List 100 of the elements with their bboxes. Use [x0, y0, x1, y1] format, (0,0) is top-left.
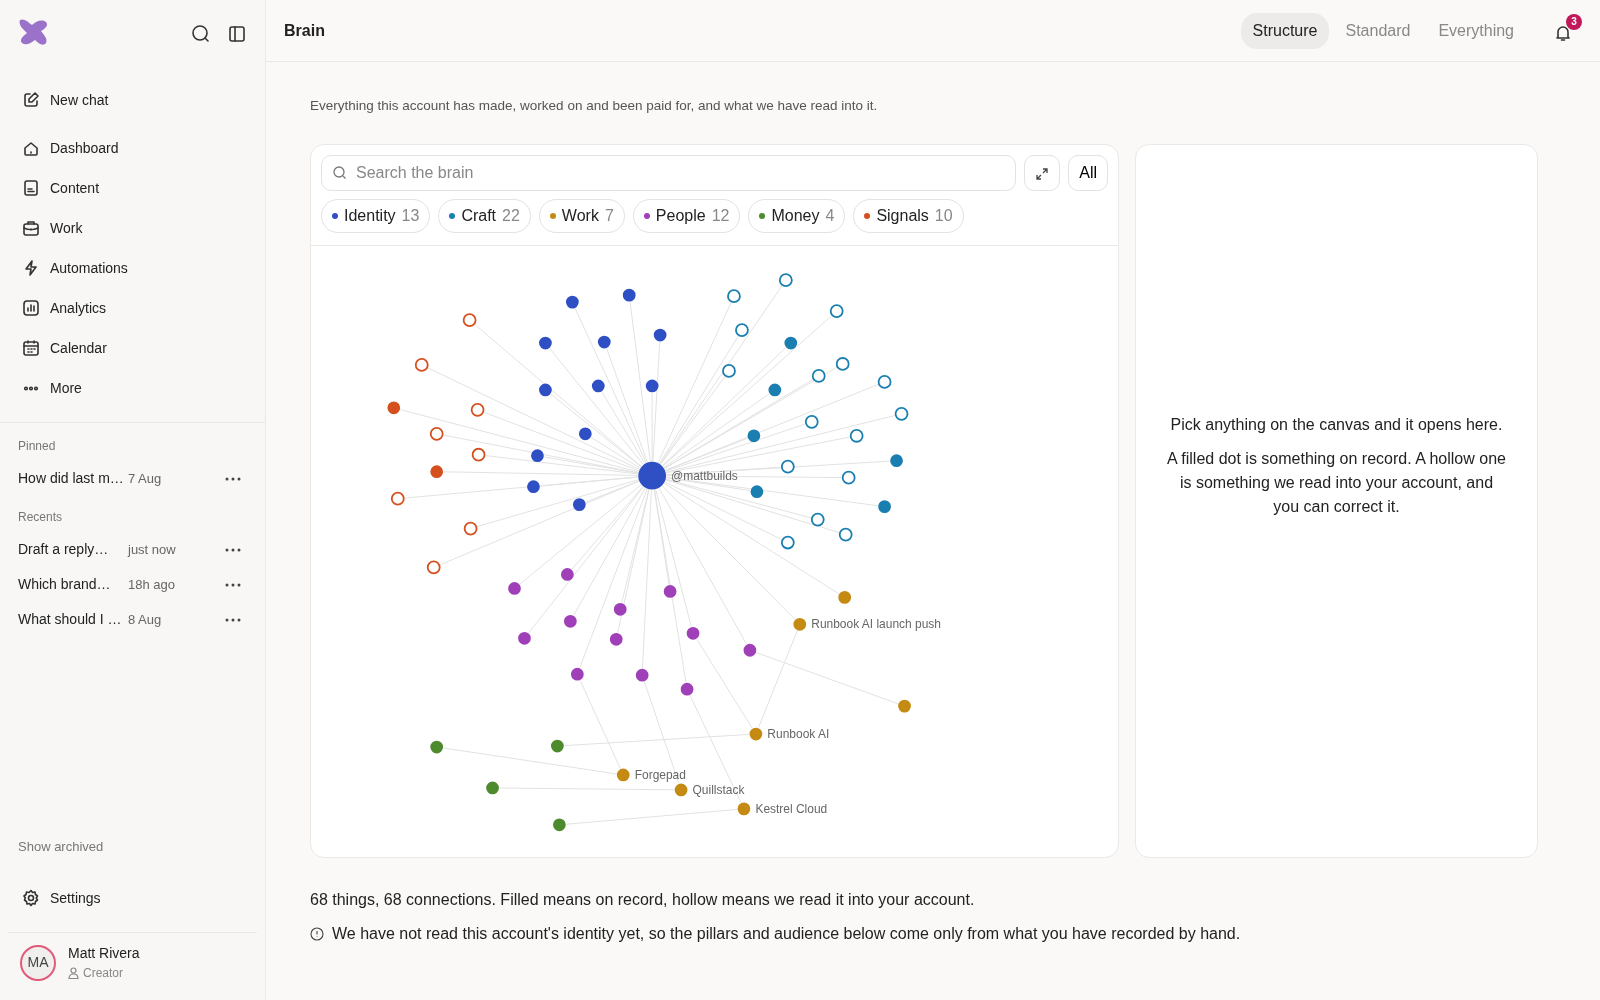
- filter-chip[interactable]: Identity 13: [321, 199, 431, 234]
- graph-node[interactable]: [463, 521, 478, 536]
- graph-node[interactable]: [470, 403, 485, 417]
- graph-node[interactable]: [750, 485, 764, 499]
- graph-node[interactable]: [722, 364, 736, 379]
- graph-node[interactable]: [613, 603, 627, 616]
- graph-node[interactable]: [462, 313, 477, 328]
- graph-node[interactable]: [635, 669, 649, 682]
- avatar[interactable]: MA: [20, 944, 56, 981]
- graph-node[interactable]: [810, 512, 825, 527]
- graph-node[interactable]: [638, 462, 666, 490]
- graph-node[interactable]: [894, 407, 909, 421]
- graph-node[interactable]: [616, 768, 630, 782]
- filter-chip[interactable]: Signals 10: [853, 199, 964, 234]
- graph-node[interactable]: [778, 273, 793, 288]
- graph-node[interactable]: [747, 429, 761, 443]
- show-archived-link[interactable]: Show archived: [0, 836, 122, 856]
- graph-node[interactable]: [780, 460, 795, 474]
- graph-node[interactable]: [387, 401, 401, 415]
- graph-node[interactable]: [390, 492, 405, 506]
- graph-node[interactable]: [835, 357, 850, 372]
- graph-node[interactable]: [743, 644, 757, 657]
- graph-node[interactable]: [591, 379, 605, 393]
- graph-node[interactable]: [877, 375, 892, 390]
- graph-node[interactable]: [890, 454, 903, 468]
- graph-node[interactable]: [674, 783, 688, 797]
- nav-item[interactable]: Content: [0, 168, 265, 208]
- graph-node[interactable]: [737, 802, 751, 816]
- graph-node[interactable]: [527, 480, 540, 494]
- new-chat-button[interactable]: New chat: [0, 80, 265, 120]
- more-icon[interactable]: [225, 547, 241, 552]
- graph-node[interactable]: [838, 527, 853, 542]
- filter-chip[interactable]: Craft 22: [438, 199, 531, 234]
- graph-node[interactable]: [735, 323, 749, 338]
- graph-node[interactable]: [622, 289, 636, 302]
- graph-node[interactable]: [518, 632, 531, 645]
- graph-node[interactable]: [553, 818, 566, 832]
- filter-chip[interactable]: Work 7: [538, 199, 625, 234]
- nav-item[interactable]: Dashboard: [0, 128, 265, 168]
- graph-node[interactable]: [686, 627, 700, 640]
- nav-item[interactable]: Automations: [0, 248, 265, 288]
- more-icon[interactable]: [225, 617, 241, 622]
- view-tab[interactable]: Structure: [1240, 12, 1330, 49]
- graph-node[interactable]: [680, 683, 694, 696]
- bell-icon[interactable]: [1554, 23, 1572, 42]
- graph-node[interactable]: [749, 727, 763, 741]
- graph-node[interactable]: [793, 618, 807, 631]
- graph-node[interactable]: [570, 668, 584, 681]
- graph-node[interactable]: [572, 498, 586, 512]
- graph-node[interactable]: [565, 296, 579, 309]
- graph-node[interactable]: [563, 615, 577, 628]
- nav-item[interactable]: Work: [0, 208, 265, 248]
- graph-node[interactable]: [768, 383, 782, 397]
- graph-node[interactable]: [784, 336, 798, 350]
- graph-node[interactable]: [841, 471, 856, 485]
- graph-node[interactable]: [429, 427, 444, 441]
- more-icon[interactable]: [225, 476, 241, 481]
- graph-node[interactable]: [551, 739, 564, 753]
- more-icon[interactable]: [225, 582, 241, 587]
- graph-node[interactable]: [849, 429, 864, 443]
- search-field[interactable]: Search the brain: [321, 155, 1017, 192]
- chat-item[interactable]: Which brand… 18h ago: [0, 567, 265, 602]
- graph-node[interactable]: [539, 336, 552, 350]
- search-icon[interactable]: [191, 24, 211, 44]
- graph-node[interactable]: [414, 358, 429, 373]
- graph-node[interactable]: [578, 427, 592, 441]
- graph-node[interactable]: [727, 289, 741, 304]
- all-button[interactable]: All: [1068, 155, 1108, 192]
- chat-item[interactable]: Draft a reply… just now: [0, 532, 265, 567]
- graph-node[interactable]: [426, 560, 441, 575]
- sidebar-toggle-icon[interactable]: [227, 24, 247, 44]
- filter-chip[interactable]: Money 4: [748, 199, 846, 234]
- chat-item[interactable]: How did last m… 7 Aug: [0, 461, 265, 496]
- graph-node[interactable]: [898, 700, 911, 713]
- graph-node[interactable]: [539, 383, 552, 397]
- graph-node[interactable]: [508, 582, 521, 596]
- graph-node[interactable]: [663, 585, 677, 599]
- nav-item[interactable]: Analytics: [0, 288, 265, 328]
- expand-button[interactable]: [1024, 155, 1061, 192]
- graph-node[interactable]: [597, 335, 611, 349]
- graph-node[interactable]: [645, 379, 659, 393]
- graph-node[interactable]: [430, 465, 444, 479]
- graph-node[interactable]: [838, 591, 852, 604]
- graph-node[interactable]: [811, 369, 826, 384]
- graph-node[interactable]: [561, 568, 574, 582]
- graph-node[interactable]: [829, 304, 844, 319]
- graph-node[interactable]: [471, 448, 486, 462]
- graph-node[interactable]: [878, 500, 891, 514]
- graph-node[interactable]: [531, 449, 544, 463]
- graph-node[interactable]: [609, 633, 623, 646]
- graph-node[interactable]: [430, 740, 444, 754]
- graph-node[interactable]: [653, 328, 667, 342]
- graph-node[interactable]: [780, 535, 795, 550]
- graph-node[interactable]: [804, 415, 819, 429]
- nav-item[interactable]: Calendar: [0, 328, 265, 368]
- chat-item[interactable]: What should I … 8 Aug: [0, 602, 265, 637]
- nav-item[interactable]: More: [0, 368, 265, 408]
- graph-node[interactable]: [486, 781, 499, 795]
- filter-chip[interactable]: People 12: [632, 199, 741, 234]
- settings-button[interactable]: Settings: [0, 878, 265, 918]
